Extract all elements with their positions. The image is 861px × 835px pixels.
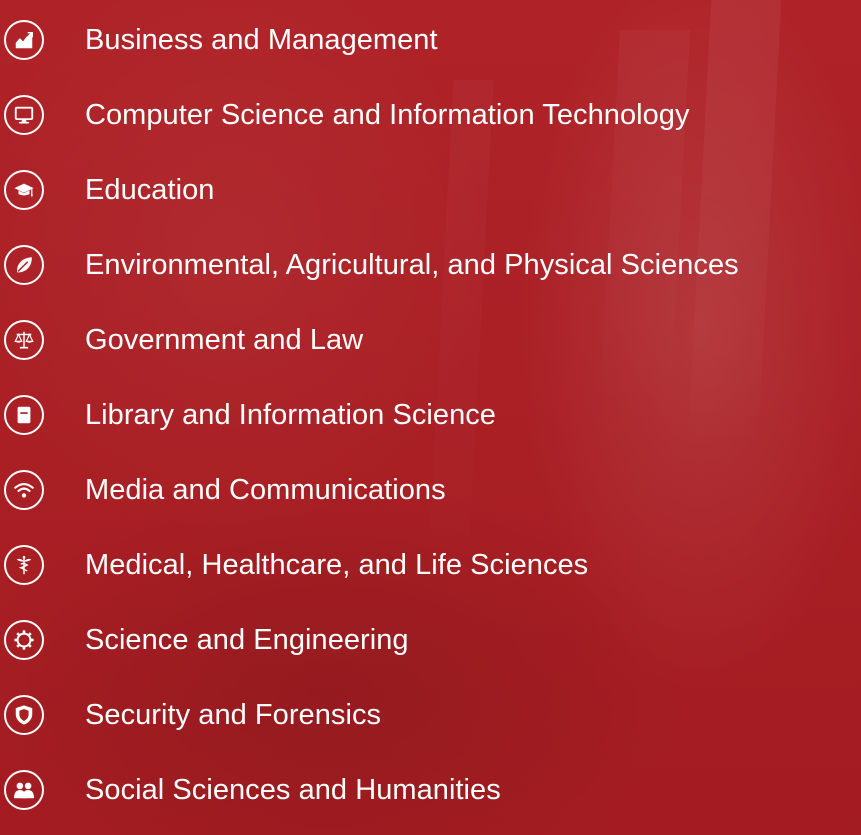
- category-label: Media and Communications: [85, 474, 446, 506]
- category-item-social-sciences[interactable]: Social Sciences and Humanities: [0, 762, 861, 818]
- category-item-library[interactable]: Library and Information Science: [0, 387, 861, 443]
- book-icon: [4, 395, 44, 435]
- category-item-computer-science[interactable]: Computer Science and Information Technol…: [0, 87, 861, 143]
- gear-icon: [4, 620, 44, 660]
- category-item-science-engineering[interactable]: Science and Engineering: [0, 612, 861, 668]
- people-icon: [4, 770, 44, 810]
- wifi-icon: [4, 470, 44, 510]
- category-label: Security and Forensics: [85, 699, 382, 731]
- category-item-government[interactable]: Government and Law: [0, 312, 861, 368]
- shield-icon: [4, 695, 44, 735]
- category-item-media[interactable]: Media and Communications: [0, 462, 861, 518]
- category-item-business[interactable]: Business and Management: [0, 12, 861, 68]
- category-item-medical[interactable]: Medical, Healthcare, and Life Sciences: [0, 537, 861, 593]
- leaf-icon: [4, 245, 44, 285]
- category-label: Environmental, Agricultural, and Physica…: [85, 249, 739, 281]
- category-label: Science and Engineering: [85, 624, 409, 656]
- category-label: Government and Law: [85, 324, 364, 356]
- chart-icon: [4, 20, 44, 60]
- caduceus-icon: [4, 545, 44, 585]
- category-label: Education: [85, 174, 215, 206]
- category-item-education[interactable]: Education: [0, 162, 861, 218]
- category-label: Medical, Healthcare, and Life Sciences: [85, 549, 589, 581]
- scales-icon: [4, 320, 44, 360]
- graduation-cap-icon: [4, 170, 44, 210]
- category-label: Social Sciences and Humanities: [85, 774, 501, 806]
- category-item-security[interactable]: Security and Forensics: [0, 687, 861, 743]
- monitor-icon: [4, 95, 44, 135]
- category-label: Business and Management: [85, 24, 438, 56]
- category-label: Library and Information Science: [85, 399, 496, 431]
- category-item-environmental[interactable]: Environmental, Agricultural, and Physica…: [0, 237, 861, 293]
- category-label: Computer Science and Information Technol…: [85, 99, 690, 131]
